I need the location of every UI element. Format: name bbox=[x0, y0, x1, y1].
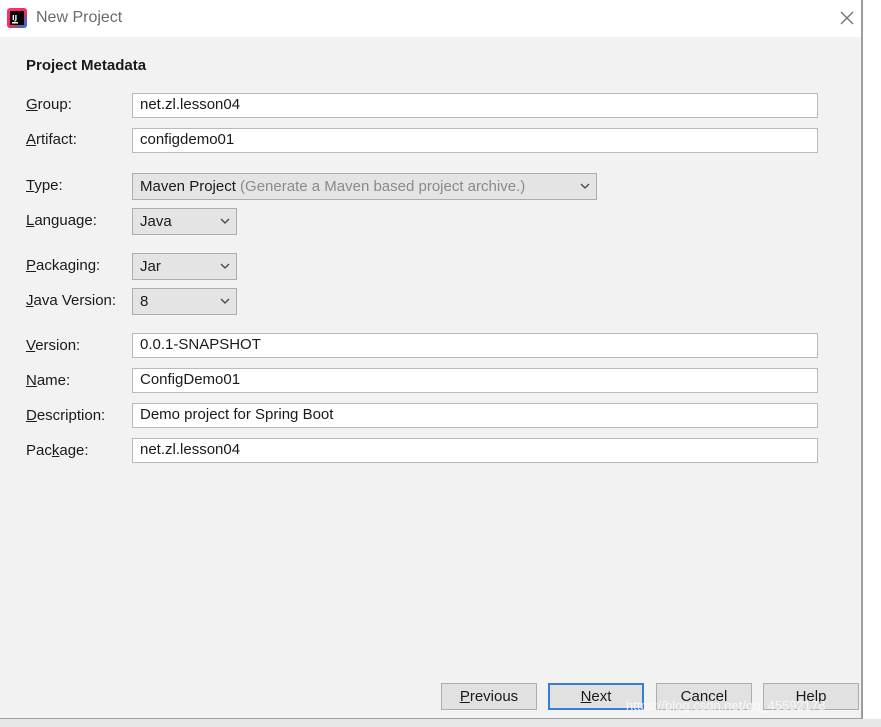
chevron-down-icon bbox=[580, 183, 590, 189]
language-label: Language: bbox=[26, 212, 97, 229]
background-window bbox=[862, 0, 881, 727]
chevron-down-icon bbox=[220, 298, 230, 304]
new-project-dialog: IJ New Project Project Metadata Group: n… bbox=[0, 0, 862, 719]
type-select[interactable]: Maven Project (Generate a Maven based pr… bbox=[132, 173, 597, 200]
type-select-value: Maven Project bbox=[140, 178, 236, 195]
language-select-value: Java bbox=[140, 213, 172, 230]
dialog-title: New Project bbox=[36, 9, 123, 26]
previous-button[interactable]: Previous bbox=[441, 683, 537, 710]
svg-text:IJ: IJ bbox=[12, 14, 17, 22]
version-input[interactable]: 0.0.1-SNAPSHOT bbox=[132, 333, 818, 358]
package-label: Package: bbox=[26, 442, 89, 459]
version-label: Version: bbox=[26, 337, 81, 354]
description-input[interactable]: Demo project for Spring Boot bbox=[132, 403, 818, 428]
chevron-down-icon bbox=[220, 263, 230, 269]
java-version-select[interactable]: 8 bbox=[132, 288, 237, 315]
language-select[interactable]: Java bbox=[132, 208, 237, 235]
package-input[interactable]: net.zl.lesson04 bbox=[132, 438, 818, 463]
packaging-select[interactable]: Jar bbox=[132, 253, 237, 280]
packaging-select-value: Jar bbox=[140, 258, 161, 275]
name-input[interactable]: ConfigDemo01 bbox=[132, 368, 818, 393]
background-window-bottom bbox=[0, 719, 881, 727]
section-title: Project Metadata bbox=[26, 57, 147, 74]
type-select-hint: (Generate a Maven based project archive.… bbox=[240, 178, 526, 195]
packaging-label: Packaging: bbox=[26, 257, 101, 274]
watermark: https://blog.csdn.net/qq_45592178 bbox=[626, 698, 826, 713]
java-version-select-value: 8 bbox=[140, 293, 149, 310]
intellij-app-icon: IJ bbox=[7, 8, 27, 28]
group-input[interactable]: net.zl.lesson04 bbox=[132, 93, 818, 118]
title-bar: IJ New Project bbox=[0, 0, 861, 37]
artifact-label: Artifact: bbox=[26, 131, 77, 148]
java-version-label: Java Version: bbox=[26, 292, 117, 309]
name-label: Name: bbox=[26, 372, 71, 389]
group-label: Group: bbox=[26, 96, 72, 113]
type-label: Type: bbox=[26, 177, 63, 194]
close-icon[interactable] bbox=[836, 7, 858, 29]
artifact-input[interactable]: configdemo01 bbox=[132, 128, 818, 153]
description-label: Description: bbox=[26, 407, 106, 424]
chevron-down-icon bbox=[220, 218, 230, 224]
